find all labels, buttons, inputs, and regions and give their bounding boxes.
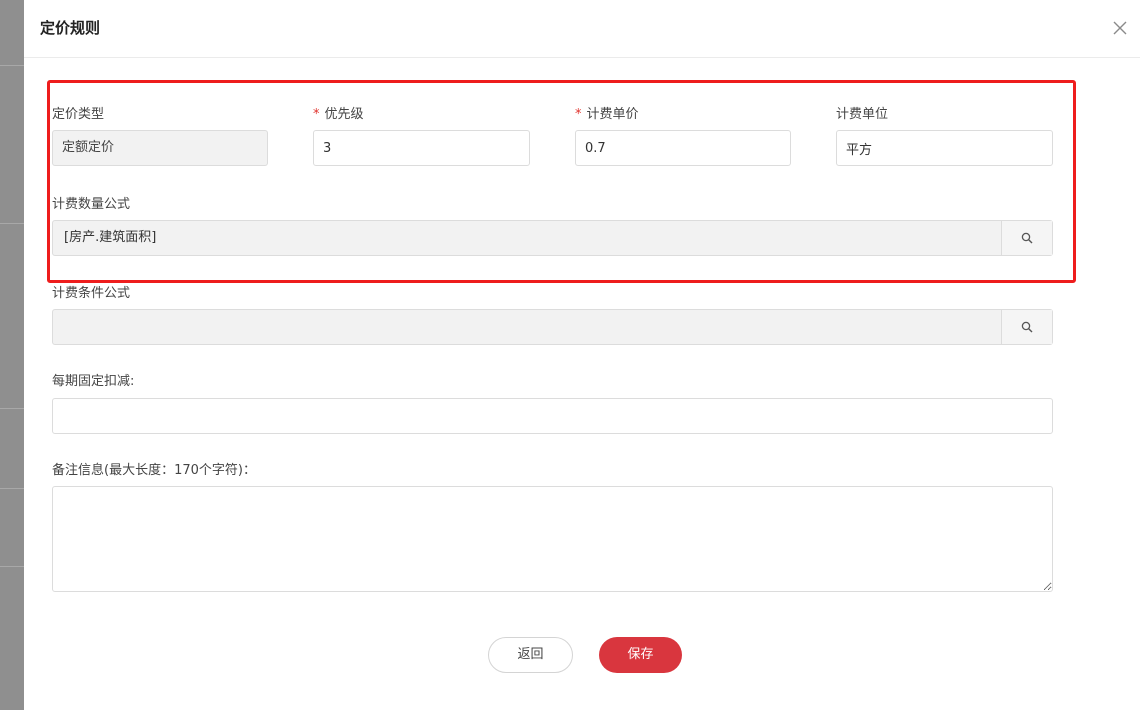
remarks-textarea[interactable]	[52, 486, 1053, 592]
back-button[interactable]: 返回	[488, 637, 573, 673]
pricing-rule-dialog: 定价规则 定价类型 定额定价 *优先级 *计费单价 计费单位 计费数量公式 [房…	[24, 0, 1140, 710]
backdrop-divider	[0, 408, 24, 409]
backdrop-divider	[0, 488, 24, 489]
condition-formula-search-button[interactable]	[1001, 310, 1052, 344]
dialog-title: 定价规则	[40, 19, 101, 37]
highlight-box	[47, 80, 1076, 283]
dialog-header: 定价规则	[24, 0, 1140, 58]
backdrop-divider	[0, 566, 24, 567]
save-button[interactable]: 保存	[599, 637, 682, 673]
backdrop-divider	[0, 223, 24, 224]
page-backdrop	[0, 0, 24, 710]
condition-formula-label: 计费条件公式	[52, 286, 131, 301]
close-icon[interactable]	[1111, 19, 1129, 37]
search-icon	[1021, 321, 1033, 333]
backdrop-divider	[0, 65, 24, 66]
condition-formula-field	[52, 309, 1053, 345]
fixed-deduction-input[interactable]	[52, 398, 1053, 434]
remarks-label: 备注信息(最大长度：170个字符)：	[52, 463, 256, 478]
fixed-deduction-label: 每期固定扣减:	[52, 374, 135, 389]
